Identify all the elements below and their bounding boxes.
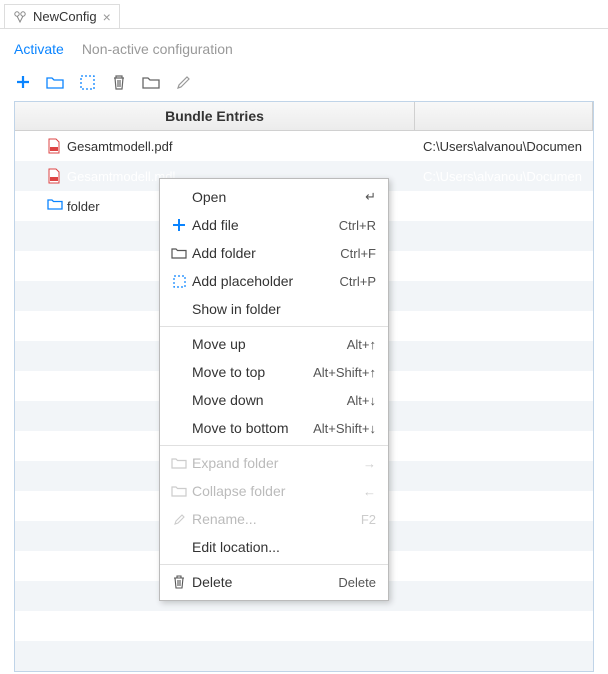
table-row-empty (15, 641, 593, 671)
menu-label: Edit location... (188, 539, 376, 555)
menu-label: Expand folder (188, 455, 363, 471)
menu-separator (160, 326, 388, 327)
menu-shortcut: ↵ (365, 189, 376, 205)
config-icon (13, 10, 27, 24)
table-row-empty (15, 611, 593, 641)
column-header-path[interactable] (415, 102, 593, 130)
tab-newconfig[interactable]: NewConfig × (4, 4, 120, 28)
menu-separator (160, 445, 388, 446)
menu-shortcut: Ctrl+F (340, 246, 376, 261)
add-placeholder-button[interactable] (78, 73, 96, 91)
pencil-icon (170, 513, 188, 526)
row-path: C:\Users\alvanou\Documen (415, 139, 593, 154)
menu-label: Move down (188, 392, 347, 408)
menu-label: Add folder (188, 245, 340, 261)
menu-label: Add file (188, 217, 339, 233)
menu-shortcut: Alt+Shift+↑ (313, 365, 376, 380)
menu-shortcut: ← (363, 484, 376, 499)
menu-rename: Rename...F2 (160, 505, 388, 533)
menu-move-down[interactable]: Move downAlt+↓ (160, 386, 388, 414)
folder-icon (170, 485, 188, 497)
close-icon[interactable]: × (103, 10, 111, 24)
activate-link[interactable]: Activate (14, 41, 64, 57)
menu-separator (160, 564, 388, 565)
trash-icon (170, 575, 188, 589)
menu-shortcut: F2 (361, 512, 376, 527)
menu-label: Collapse folder (188, 483, 363, 499)
actions-row: Activate Non-active configuration (0, 29, 608, 69)
menu-shortcut: → (363, 456, 376, 471)
menu-label: Move up (188, 336, 347, 352)
menu-shortcut: Ctrl+R (339, 218, 376, 233)
placeholder-icon (170, 275, 188, 288)
mdl-icon (47, 168, 61, 184)
menu-label: Show in folder (188, 301, 376, 317)
row-name: Gesamtmodell.pdf (67, 139, 173, 154)
nonactive-label: Non-active configuration (82, 41, 233, 57)
menu-delete[interactable]: DeleteDelete (160, 568, 388, 596)
context-menu: Open↵Add fileCtrl+RAdd folderCtrl+FAdd p… (159, 178, 389, 601)
menu-shortcut: Alt+Shift+↓ (313, 421, 376, 436)
add-folder-button[interactable] (46, 73, 64, 91)
row-path: C:\Users\alvanou\Documen (415, 169, 593, 184)
column-header-entries[interactable]: Bundle Entries (15, 102, 415, 130)
table-header: Bundle Entries (15, 102, 593, 131)
menu-label: Delete (188, 574, 338, 590)
menu-add-file[interactable]: Add fileCtrl+R (160, 211, 388, 239)
pdf-icon (47, 138, 61, 154)
toolbar (0, 69, 608, 101)
menu-open[interactable]: Open↵ (160, 183, 388, 211)
menu-shortcut: Delete (338, 575, 376, 590)
menu-label: Rename... (188, 511, 361, 527)
add-file-button[interactable] (14, 73, 32, 91)
folder-open-icon (170, 457, 188, 469)
table-row[interactable]: Gesamtmodell.pdf C:\Users\alvanou\Documen (15, 131, 593, 161)
folder-open-icon (170, 247, 188, 259)
menu-edit-location[interactable]: Edit location... (160, 533, 388, 561)
menu-label: Add placeholder (188, 273, 340, 289)
menu-expand-folder: Expand folder→ (160, 449, 388, 477)
tab-bar: NewConfig × (0, 0, 608, 29)
menu-move-to-bottom[interactable]: Move to bottomAlt+Shift+↓ (160, 414, 388, 442)
menu-shortcut: Alt+↑ (347, 337, 376, 352)
plus-icon (170, 218, 188, 232)
menu-shortcut: Ctrl+P (340, 274, 376, 289)
menu-show-in-folder[interactable]: Show in folder (160, 295, 388, 323)
folder-icon (47, 198, 61, 214)
menu-label: Move to bottom (188, 420, 313, 436)
delete-button[interactable] (110, 73, 128, 91)
menu-move-to-top[interactable]: Move to topAlt+Shift+↑ (160, 358, 388, 386)
menu-label: Open (188, 189, 365, 205)
tab-title: NewConfig (33, 9, 97, 24)
open-folder-button[interactable] (142, 73, 160, 91)
menu-label: Move to top (188, 364, 313, 380)
row-name: folder (67, 199, 100, 214)
menu-collapse-folder: Collapse folder← (160, 477, 388, 505)
menu-add-placeholder[interactable]: Add placeholderCtrl+P (160, 267, 388, 295)
menu-shortcut: Alt+↓ (347, 393, 376, 408)
menu-move-up[interactable]: Move upAlt+↑ (160, 330, 388, 358)
menu-add-folder[interactable]: Add folderCtrl+F (160, 239, 388, 267)
edit-button[interactable] (174, 73, 192, 91)
